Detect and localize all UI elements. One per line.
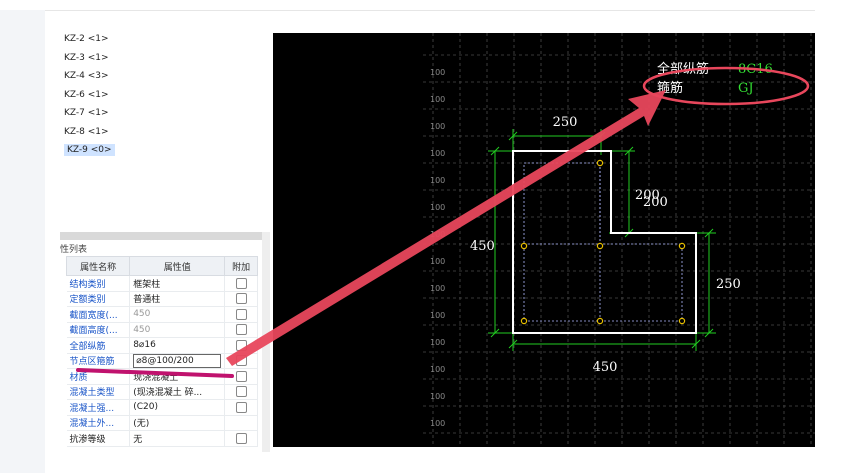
- prop-value[interactable]: 450: [129, 322, 226, 338]
- rebar-dots: [520, 159, 686, 325]
- prop-name: 混凝土类型: [66, 384, 131, 400]
- info-stirrup-value: GJ: [738, 81, 754, 96]
- stirrup-lines: [523, 162, 683, 322]
- table-row[interactable]: 材质 现浇混凝土: [66, 368, 258, 385]
- table-row[interactable]: 节点区箍筋 ⌀8@100/200: [66, 353, 258, 369]
- grid-label: 100: [430, 122, 445, 131]
- property-table: 属性名称 属性值 附加 结构类别 框架柱 定额类别 普通柱 截面宽度(... 4…: [65, 256, 258, 447]
- column-outline: [512, 150, 697, 334]
- rebar-dot: [520, 242, 528, 250]
- tree-item-kz-2[interactable]: KZ-2 <1>: [60, 30, 270, 49]
- prop-value[interactable]: 450: [129, 306, 226, 323]
- table-row[interactable]: 结构类别 框架柱: [66, 275, 258, 292]
- top-bar: [0, 0, 847, 11]
- prop-name: 节点区箍筋: [66, 353, 131, 369]
- column-header-value: 属性值: [129, 256, 226, 276]
- table-row[interactable]: 截面高度(... 450: [66, 322, 258, 338]
- table-row[interactable]: 定额类别 普通柱: [66, 291, 258, 307]
- grid-label: 100: [430, 284, 445, 293]
- table-row[interactable]: 混凝土强... (C20): [66, 399, 258, 416]
- right-gutter: [815, 10, 847, 473]
- grid-label: 100: [430, 95, 445, 104]
- dim-right-label: 250: [716, 277, 741, 292]
- prop-value[interactable]: 框架柱: [129, 275, 226, 292]
- grid-labels: 100 100 100 100 100 100 100 100 100 100 100 100 100 1…: [430, 68, 445, 447]
- extra-checkbox[interactable]: [235, 370, 247, 382]
- grid-label: 100: [430, 365, 445, 374]
- extra-checkbox[interactable]: [235, 432, 247, 444]
- prop-name: 截面宽度(...: [66, 306, 131, 323]
- grid-label: 100: [430, 446, 445, 447]
- grid-label: 100: [430, 257, 445, 266]
- tree-item-kz-9[interactable]: KZ-9 <0>: [60, 141, 270, 160]
- extra-checkbox[interactable]: [235, 355, 247, 367]
- extra-checkbox[interactable]: [235, 277, 247, 289]
- tree-item-kz-4[interactable]: KZ-4 <3>: [60, 67, 270, 86]
- prop-name: 混凝土强...: [66, 399, 131, 416]
- prop-value[interactable]: 现浇混凝土: [129, 368, 226, 385]
- grid-label: 100: [430, 149, 445, 158]
- extra-checkbox[interactable]: [235, 386, 247, 398]
- grid-label: 100: [430, 419, 445, 428]
- dim-inner-horizontal-label: 200: [643, 195, 668, 210]
- column-header-extra: 附加: [224, 256, 258, 276]
- tree-item-kz-3[interactable]: KZ-3 <1>: [60, 49, 270, 68]
- prop-name: 全部纵筋: [66, 337, 131, 354]
- dim-left-label: 450: [470, 239, 495, 254]
- extra-checkbox[interactable]: [235, 401, 247, 413]
- table-row[interactable]: 混凝土外... (无): [66, 415, 258, 431]
- extra-checkbox[interactable]: [235, 339, 247, 351]
- prop-name: 定额类别: [66, 291, 131, 307]
- prop-value[interactable]: 8⌀16: [129, 337, 226, 354]
- prop-value[interactable]: (无): [129, 415, 226, 431]
- grid-label: 100: [430, 203, 445, 212]
- extra-checkbox[interactable]: [235, 324, 247, 336]
- prop-name: 结构类别: [66, 275, 131, 292]
- tree-item-kz-8[interactable]: KZ-8 <1>: [60, 123, 270, 142]
- tree-item-kz-7[interactable]: KZ-7 <1>: [60, 104, 270, 123]
- rebar-dot: [678, 242, 686, 250]
- rebar-dot: [520, 317, 528, 325]
- dim-bottom-label: 450: [593, 360, 618, 375]
- rebar-dot: [596, 317, 604, 325]
- rebar-dot: [596, 242, 604, 250]
- section-drawing: 100 100 100 100 100 100 100 100 100 100 100 100 100 1…: [423, 33, 815, 447]
- property-panel-title: 性列表: [60, 245, 88, 255]
- property-panel-vscrollbar[interactable]: [262, 232, 270, 452]
- grid-label: 100: [430, 176, 445, 185]
- rebar-dot: [678, 317, 686, 325]
- grid-label: 100: [430, 68, 445, 77]
- prop-value[interactable]: 普通柱: [129, 291, 226, 307]
- info-stirrup-label: 箍筋: [657, 80, 683, 96]
- table-row[interactable]: 截面宽度(... 450: [66, 306, 258, 323]
- column-header-name: 属性名称: [65, 256, 131, 276]
- table-row[interactable]: 混凝土类型 (现浇混凝土 碎...: [66, 384, 258, 400]
- table-row[interactable]: 全部纵筋 8⌀16: [66, 337, 258, 354]
- grid-label: 100: [430, 311, 445, 320]
- component-tree: KZ-2 <1> KZ-3 <1> KZ-4 <3> KZ-6 <1> KZ-7…: [60, 30, 270, 160]
- left-gutter: [0, 10, 45, 473]
- section-drawing-canvas[interactable]: 100 100 100 100 100 100 100 100 100 100 100 100 100 1…: [273, 33, 815, 447]
- rebar-dot: [596, 159, 604, 167]
- property-panel-scrollbar[interactable]: [60, 232, 270, 240]
- extra-checkbox[interactable]: [235, 308, 247, 320]
- stirrup-value-input[interactable]: ⌀8@100/200: [133, 353, 222, 368]
- extra-checkbox[interactable]: [235, 293, 247, 305]
- dim-top-label: 250: [553, 115, 578, 130]
- prop-value[interactable]: (C20): [129, 399, 226, 416]
- table-row[interactable]: 抗渗等级 无: [66, 430, 258, 447]
- prop-name: 截面高度(...: [66, 322, 131, 338]
- prop-value[interactable]: (现浇混凝土 碎...: [129, 384, 226, 400]
- grid-label: 100: [430, 230, 445, 239]
- prop-name: 抗渗等级: [66, 430, 131, 447]
- prop-name: 混凝土外...: [66, 415, 131, 431]
- prop-name: 材质: [66, 368, 131, 385]
- property-panel: 性列表 属性名称 属性值 附加 结构类别 框架柱 定额类别 普通柱 截面宽度(.…: [60, 232, 270, 452]
- grid-label: 100: [430, 338, 445, 347]
- grid-label: 100: [430, 392, 445, 401]
- prop-value[interactable]: 无: [129, 430, 226, 447]
- tree-item-kz-6[interactable]: KZ-6 <1>: [60, 86, 270, 105]
